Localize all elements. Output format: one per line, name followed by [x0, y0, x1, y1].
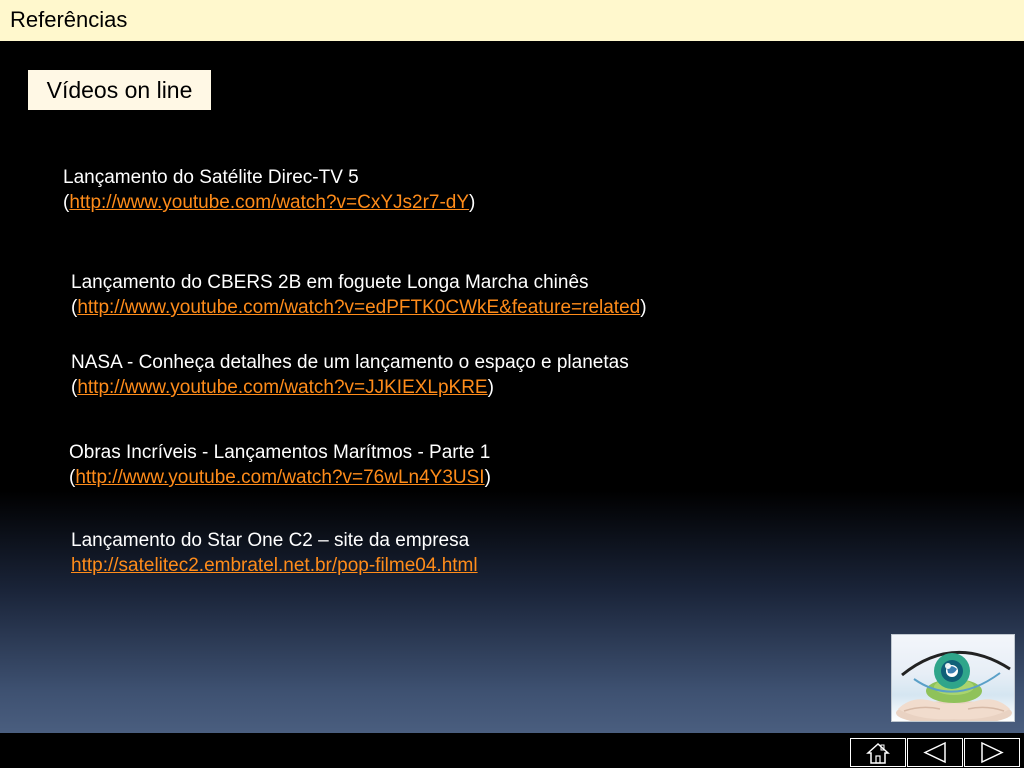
home-button[interactable]	[850, 738, 906, 767]
reference-item: NASA - Conheça detalhes de um lançamento…	[71, 350, 629, 400]
reference-title: Lançamento do Satélite Direc-TV 5	[63, 167, 359, 188]
reference-link[interactable]: http://www.youtube.com/watch?v=76wLn4Y3U…	[75, 467, 484, 488]
reference-title: Lançamento do CBERS 2B em foguete Longa …	[71, 272, 589, 293]
section-label: Vídeos on line	[28, 70, 211, 110]
eye-hands-logo	[891, 634, 1015, 722]
triangle-left-icon	[923, 741, 946, 764]
reference-item: Lançamento do Star One C2 – site da empr…	[71, 528, 478, 578]
reference-link[interactable]: http://www.youtube.com/watch?v=edPFTK0CW…	[77, 297, 640, 318]
reference-title: NASA - Conheça detalhes de um lançamento…	[71, 352, 629, 373]
page-title: Referências	[10, 7, 128, 32]
close-paren: )	[469, 192, 476, 213]
reference-link[interactable]: http://satelitec2.embratel.net.br/pop-fi…	[71, 555, 478, 576]
close-paren: )	[487, 377, 494, 398]
close-paren: )	[484, 467, 491, 488]
previous-button[interactable]	[907, 738, 963, 767]
close-paren: )	[640, 297, 647, 318]
reference-title: Lançamento do Star One C2 – site da empr…	[71, 530, 470, 551]
reference-item: Lançamento do CBERS 2B em foguete Longa …	[71, 270, 647, 320]
section-label-text: Vídeos on line	[46, 77, 193, 103]
next-button[interactable]	[964, 738, 1020, 767]
header-bar: Referências	[0, 0, 1024, 41]
reference-title: Obras Incríveis - Lançamentos Marítmos -…	[69, 442, 491, 463]
reference-item: Obras Incríveis - Lançamentos Marítmos -…	[69, 440, 491, 490]
reference-link[interactable]: http://www.youtube.com/watch?v=CxYJs2r7-…	[69, 192, 469, 213]
reference-item: Lançamento do Satélite Direc-TV 5 (http:…	[63, 165, 475, 215]
triangle-right-icon	[981, 741, 1004, 764]
eye-hands-icon	[896, 651, 1012, 721]
reference-link[interactable]: http://www.youtube.com/watch?v=JJKIEXLpK…	[77, 377, 487, 398]
home-icon	[866, 742, 890, 764]
